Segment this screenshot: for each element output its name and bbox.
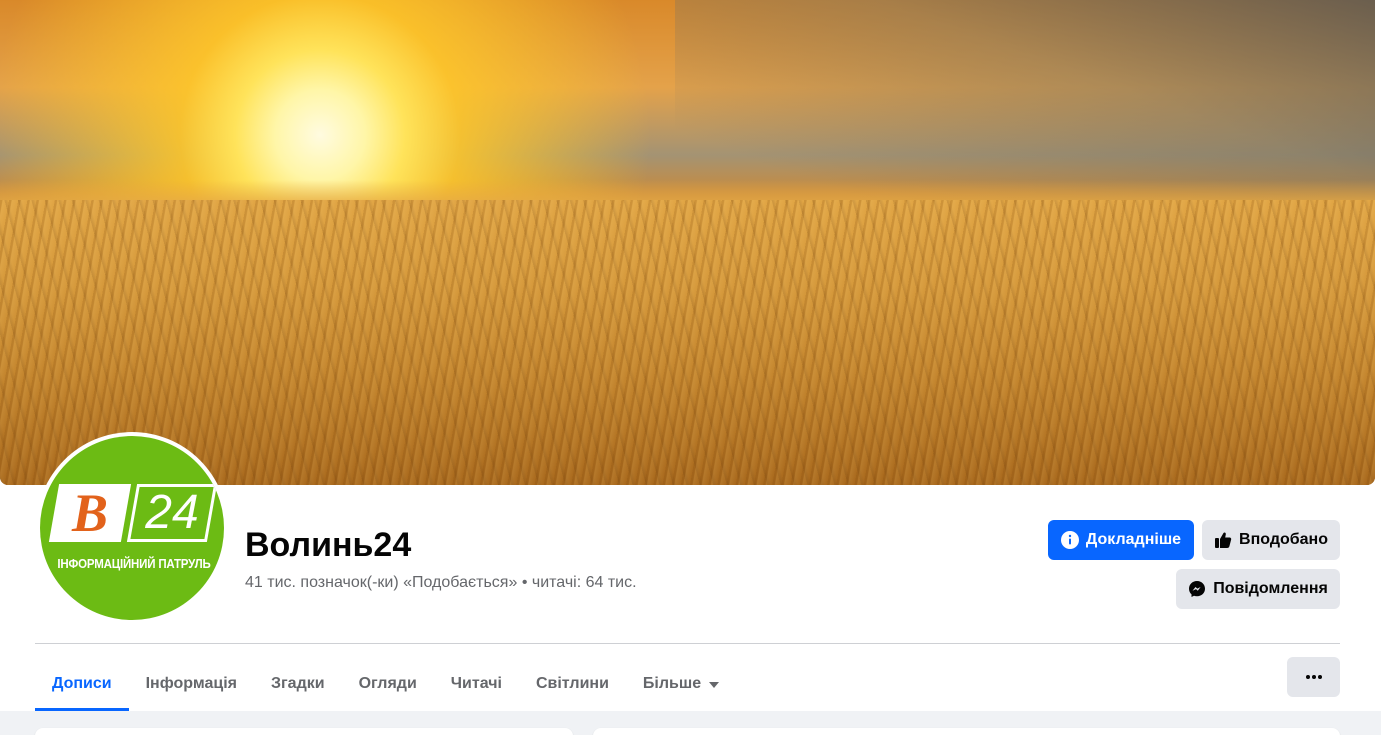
cover-sky bbox=[675, 0, 1375, 200]
cover-wheat-field bbox=[0, 200, 1375, 485]
header-divider bbox=[35, 643, 1340, 644]
like-button-label: Вподобано bbox=[1239, 531, 1328, 548]
right-column-card bbox=[593, 728, 1340, 735]
tab-label: Читачі bbox=[450, 675, 502, 692]
message-button[interactable]: Повідомлення bbox=[1176, 569, 1340, 609]
cover-photo[interactable] bbox=[0, 0, 1375, 485]
more-options-button[interactable] bbox=[1287, 657, 1340, 697]
page-title: Волинь24 bbox=[245, 526, 412, 564]
logo-letter: B bbox=[71, 483, 109, 543]
logo-mark: B 24 bbox=[48, 483, 218, 543]
logo-number-box: 24 bbox=[126, 484, 218, 542]
message-button-label: Повідомлення bbox=[1213, 580, 1328, 597]
logo-tagline: ІНФОРМАЦІЙНИЙ ПАТРУЛЬ bbox=[57, 557, 211, 571]
page-tabs: Дописи Інформація Згадки Огляди Читачі С… bbox=[35, 657, 736, 711]
thumbs-up-icon bbox=[1214, 531, 1232, 549]
tab-mentions[interactable]: Згадки bbox=[254, 657, 342, 711]
tab-label: Згадки bbox=[270, 675, 325, 692]
left-column-card bbox=[35, 728, 573, 735]
tab-label: Інформація bbox=[145, 675, 237, 692]
like-button[interactable]: Вподобано bbox=[1202, 520, 1340, 560]
tab-followers[interactable]: Читачі bbox=[434, 657, 519, 711]
page-stats: 41 тис. позначок(-ки) «Подобається» • чи… bbox=[245, 574, 637, 591]
tab-photos[interactable]: Світлини bbox=[519, 657, 626, 711]
details-button-label: Докладніше bbox=[1085, 531, 1182, 548]
tab-more[interactable]: Більше bbox=[626, 657, 736, 711]
logo-letter-box: B bbox=[48, 483, 132, 543]
ellipsis-icon bbox=[1305, 675, 1322, 679]
logo-number: 24 bbox=[145, 486, 199, 539]
logo: B 24 ІНФОРМАЦІЙНИЙ ПАТРУЛЬ bbox=[40, 436, 224, 620]
messenger-icon bbox=[1188, 580, 1206, 598]
tab-label: Дописи bbox=[52, 675, 112, 692]
info-icon bbox=[1060, 531, 1079, 549]
tab-label: Світлини bbox=[535, 675, 609, 692]
tab-label: Більше bbox=[642, 675, 702, 692]
details-button[interactable]: Докладніше bbox=[1048, 520, 1194, 560]
facebook-page-header: B 24 ІНФОРМАЦІЙНИЙ ПАТРУЛЬ Волинь24 41 т… bbox=[0, 0, 1381, 735]
tab-label: Огляди bbox=[358, 675, 417, 692]
tab-about[interactable]: Інформація bbox=[129, 657, 254, 711]
caret-down-icon bbox=[709, 682, 720, 688]
profile-picture[interactable]: B 24 ІНФОРМАЦІЙНИЙ ПАТРУЛЬ bbox=[36, 432, 228, 624]
tab-reviews[interactable]: Огляди bbox=[342, 657, 434, 711]
tab-posts[interactable]: Дописи bbox=[35, 657, 129, 711]
